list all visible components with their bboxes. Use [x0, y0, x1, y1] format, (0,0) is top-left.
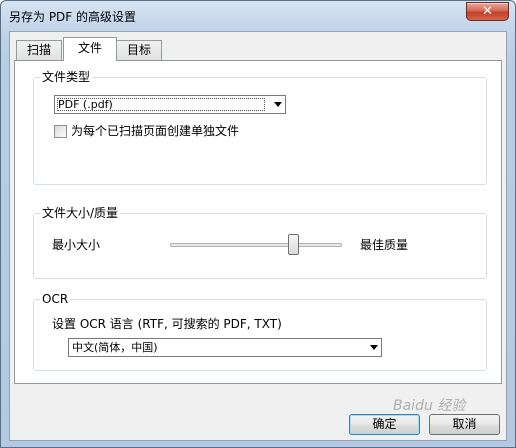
- file-tab-panel: 文件类型 PDF (.pdf) 为每个已扫描页面创建单独文件 文件大小/质量 最…: [14, 60, 502, 384]
- separate-file-label: 为每个已扫描页面创建单独文件: [71, 124, 240, 138]
- tab-destination-label: 目标: [126, 43, 151, 57]
- cancel-button[interactable]: 取消: [429, 414, 500, 435]
- close-button[interactable]: ✕: [466, 2, 509, 21]
- chevron-down-icon: [274, 102, 282, 107]
- tab-file[interactable]: 文件: [63, 37, 117, 61]
- tab-scan-label: 扫描: [26, 43, 51, 57]
- ocr-group: OCR 设置 OCR 语言 (RTF, 可搜索的 PDF, TXT) 中文(简体…: [33, 291, 487, 371]
- window-title: 另存为 PDF 的高级设置: [9, 10, 137, 24]
- best-quality-label: 最佳质量: [360, 238, 409, 252]
- tab-destination[interactable]: 目标: [116, 40, 162, 60]
- tab-scan[interactable]: 扫描: [16, 40, 62, 60]
- file-type-group: 文件类型 PDF (.pdf) 为每个已扫描页面创建单独文件: [33, 69, 487, 185]
- chevron-down-icon: [370, 345, 378, 350]
- close-icon: ✕: [482, 4, 493, 19]
- dialog-client-area: 扫描 文件 目标 文件类型 PDF (.pdf) 为每个已扫描页面创建单独文件: [9, 31, 507, 441]
- ok-button[interactable]: 确定: [349, 414, 420, 435]
- min-size-label: 最小大小: [52, 238, 101, 252]
- file-type-value: PDF (.pdf): [58, 98, 113, 111]
- ocr-language-select[interactable]: 中文(简体，中国): [68, 338, 382, 357]
- file-type-select[interactable]: PDF (.pdf): [54, 95, 286, 114]
- separate-file-checkbox[interactable]: [54, 125, 67, 138]
- dialog-window: 另存为 PDF 的高级设置 ✕ 扫描 文件 目标 文件类型 PDF (.pdf): [0, 0, 516, 448]
- title-bar[interactable]: 另存为 PDF 的高级设置 ✕: [1, 1, 515, 31]
- ocr-group-label: OCR: [40, 291, 71, 307]
- size-quality-group: 文件大小/质量 最小大小 最佳质量: [33, 205, 487, 279]
- watermark: Baidu 经验: [393, 398, 466, 414]
- cancel-button-label: 取消: [452, 417, 477, 431]
- quality-slider-track[interactable]: [170, 243, 342, 247]
- quality-slider-thumb[interactable]: [288, 234, 300, 255]
- size-quality-group-label: 文件大小/质量: [40, 205, 121, 221]
- ocr-language-value: 中文(简体，中国): [72, 341, 158, 354]
- tab-file-label: 文件: [77, 41, 102, 55]
- file-type-group-label: 文件类型: [40, 69, 93, 85]
- ocr-language-label: 设置 OCR 语言 (RTF, 可搜索的 PDF, TXT): [52, 317, 282, 331]
- ok-button-label: 确定: [372, 417, 397, 431]
